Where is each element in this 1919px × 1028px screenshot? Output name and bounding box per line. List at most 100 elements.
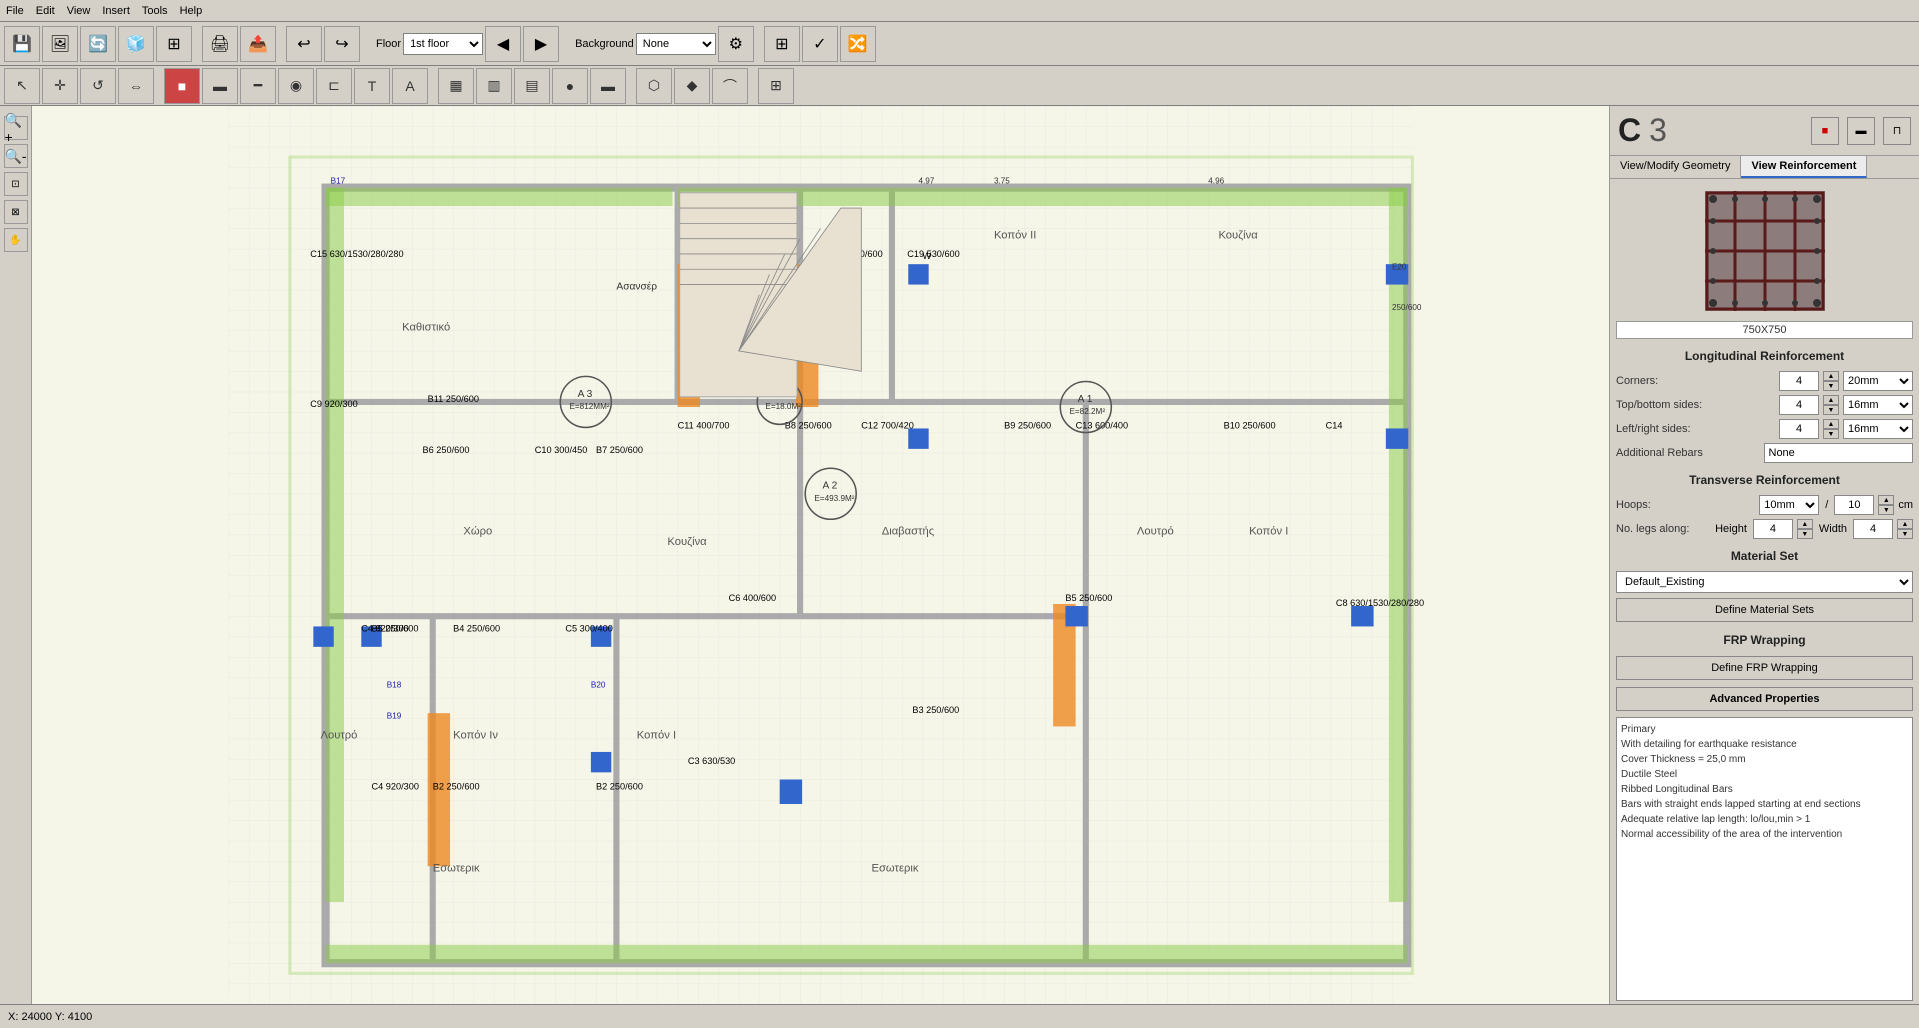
zoom-out-btn[interactable]: 🔍- — [4, 144, 28, 168]
corners-value[interactable]: 4 — [1779, 371, 1819, 391]
3d-btn[interactable]: 🧊 — [118, 26, 154, 62]
svg-text:C14: C14 — [1326, 420, 1343, 430]
menu-bar: File Edit View Insert Tools Help — [0, 0, 1919, 22]
column-header: C 3 ■ ▬ ⊓ — [1610, 106, 1919, 156]
column-letter: C — [1618, 112, 1641, 149]
text-btn[interactable]: A — [392, 68, 428, 104]
width-value[interactable]: 4 — [1853, 519, 1893, 539]
hoops-label: Hoops: — [1616, 499, 1755, 511]
view-btn1[interactable]: ⊞ — [764, 26, 800, 62]
top-bottom-size-select[interactable]: 16mm — [1843, 395, 1913, 415]
material-select[interactable]: Default_Existing — [1616, 571, 1913, 593]
right-panel: C 3 ■ ▬ ⊓ View/Modify Geometry View Rein… — [1609, 106, 1919, 1004]
corners-size-select[interactable]: 20mm — [1843, 371, 1913, 391]
toolbar-row1: 💾 🖼 🔄 🧊 ⊞ 🖨 📤 ↩ ↪ Floor 1st floor ◀ ▶ Ba… — [0, 22, 1919, 66]
new-btn[interactable]: 💾 — [4, 26, 40, 62]
undo-btn[interactable]: ↩ — [286, 26, 322, 62]
background-select[interactable]: None — [636, 33, 716, 55]
refresh-btn[interactable]: 🔄 — [80, 26, 116, 62]
height-spinner[interactable]: ▲▼ — [1797, 519, 1813, 539]
section-view-btn3[interactable]: ⊓ — [1883, 117, 1911, 145]
top-bottom-value[interactable]: 4 — [1779, 395, 1819, 415]
section-view-btn2[interactable]: ▬ — [1847, 117, 1875, 145]
hoops-select[interactable]: 10mm — [1759, 495, 1819, 515]
svg-text:B19: B19 — [387, 711, 402, 720]
zoom-fit-btn[interactable]: ⊡ — [4, 172, 28, 196]
width-spinner[interactable]: ▲▼ — [1897, 519, 1913, 539]
view-btn2[interactable]: ✓ — [802, 26, 838, 62]
menu-help[interactable]: Help — [180, 5, 203, 17]
status-bar: X: 24000 Y: 4100 — [0, 1004, 1919, 1028]
background-label: Background — [575, 38, 634, 50]
open-btn[interactable]: 🖼 — [42, 26, 78, 62]
zoom-in-btn[interactable]: 🔍+ — [4, 116, 28, 140]
rotate-btn[interactable]: ↺ — [80, 68, 116, 104]
hoops-spinner[interactable]: ▲▼ — [1878, 495, 1894, 515]
tab-reinforcement[interactable]: View Reinforcement — [1741, 156, 1867, 178]
floor-next-btn[interactable]: ▶ — [523, 26, 559, 62]
svg-text:C4 920/300: C4 920/300 — [372, 782, 419, 792]
svg-text:C12 700/420: C12 700/420 — [861, 420, 914, 430]
floor-select[interactable]: 1st floor — [403, 33, 483, 55]
top-bottom-spinner[interactable]: ▲▼ — [1823, 395, 1839, 415]
menu-edit[interactable]: Edit — [36, 5, 55, 17]
twall-btn[interactable]: T — [354, 68, 390, 104]
grid-btn[interactable]: ⊞ — [156, 26, 192, 62]
stair-btn[interactable]: ▥ — [476, 68, 512, 104]
menu-insert[interactable]: Insert — [102, 5, 130, 17]
pipe-btn[interactable]: ▬ — [590, 68, 626, 104]
tab-geometry[interactable]: View/Modify Geometry — [1610, 156, 1741, 178]
corners-spinner[interactable]: ▲▼ — [1823, 371, 1839, 391]
svg-text:Κοπόν Ι: Κοπόν Ι — [1249, 526, 1288, 538]
svg-text:Κοπόν Ι: Κοπόν Ι — [637, 730, 676, 742]
svg-text:W: W — [923, 251, 932, 261]
material-section-title: Material Set — [1610, 545, 1919, 567]
section-view-btn1[interactable]: ■ — [1811, 117, 1839, 145]
svg-text:C15 630/1530/280/280: C15 630/1530/280/280 — [310, 249, 403, 259]
frp-section-title: FRP Wrapping — [1610, 629, 1919, 651]
redo-btn[interactable]: ↪ — [324, 26, 360, 62]
left-right-spinner[interactable]: ▲▼ — [1823, 419, 1839, 439]
left-right-value[interactable]: 4 — [1779, 419, 1819, 439]
svg-text:B8 250/600: B8 250/600 — [785, 420, 832, 430]
circle2-btn[interactable]: ● — [552, 68, 588, 104]
floor-prev-btn[interactable]: ◀ — [485, 26, 521, 62]
navigate-btn[interactable]: 🔀 — [840, 26, 876, 62]
define-material-btn[interactable]: Define Material Sets — [1616, 598, 1913, 622]
more-btn[interactable]: ⊞ — [758, 68, 794, 104]
poly-btn[interactable]: ⬡ — [636, 68, 672, 104]
zoom-select-btn[interactable]: ⊠ — [4, 200, 28, 224]
solid-btn[interactable]: ◆ — [674, 68, 710, 104]
svg-text:B6 250/600: B6 250/600 — [423, 445, 470, 455]
svg-text:B9 250/600: B9 250/600 — [1004, 420, 1051, 430]
menu-file[interactable]: File — [6, 5, 24, 17]
slab-btn[interactable]: ▦ — [438, 68, 474, 104]
curve-btn[interactable]: ⌒ — [712, 68, 748, 104]
wall-btn[interactable]: ▬ — [202, 68, 238, 104]
select-btn[interactable]: ↖ — [4, 68, 40, 104]
circle-btn[interactable]: ◉ — [278, 68, 314, 104]
menu-tools[interactable]: Tools — [142, 5, 168, 17]
corners-label: Corners: — [1616, 375, 1775, 387]
column-btn[interactable]: ■ — [164, 68, 200, 104]
advanced-properties-btn[interactable]: Advanced Properties — [1616, 687, 1913, 711]
svg-text:250/600: 250/600 — [1392, 303, 1422, 312]
canvas-area[interactable]: C15 630/1530/280/280 B11 250/600 B34 B12… — [32, 106, 1609, 1004]
define-frp-btn[interactable]: Define FRP Wrapping — [1616, 656, 1913, 680]
column-number: 3 — [1649, 112, 1667, 149]
svg-text:4.97: 4.97 — [918, 177, 934, 186]
menu-view[interactable]: View — [67, 5, 91, 17]
height-value[interactable]: 4 — [1753, 519, 1793, 539]
lwall-btn[interactable]: ⊏ — [316, 68, 352, 104]
pan-btn[interactable]: ✋ — [4, 228, 28, 252]
mirror-btn[interactable]: ⇔ — [118, 68, 154, 104]
move-btn[interactable]: ✛ — [42, 68, 78, 104]
hoops-spacing[interactable]: 10 — [1834, 495, 1874, 515]
ramp-btn[interactable]: ▤ — [514, 68, 550, 104]
export-btn[interactable]: 📤 — [240, 26, 276, 62]
svg-text:B2 250/600: B2 250/600 — [433, 782, 480, 792]
beam-btn[interactable]: ━ — [240, 68, 276, 104]
bg-settings-btn[interactable]: ⚙ — [718, 26, 754, 62]
left-right-size-select[interactable]: 16mm — [1843, 419, 1913, 439]
print-btn[interactable]: 🖨 — [202, 26, 238, 62]
